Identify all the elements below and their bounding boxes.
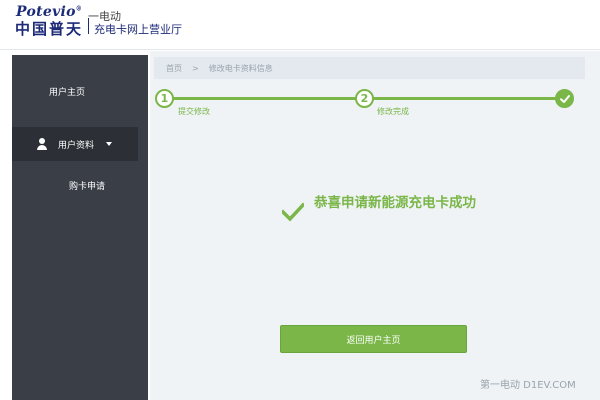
progress-steps: 1 2 提交修改 修改完成 [150, 51, 600, 131]
step-2-label: 修改完成 [377, 107, 409, 116]
sidebar-item-label: 用户资料 [58, 140, 95, 151]
step-1-circle: 1 [155, 89, 174, 108]
sidebar-item-card-apply[interactable]: 购卡申请 [12, 179, 162, 192]
sidebar-item-label: 用户主页 [48, 88, 85, 98]
step-complete-check-icon [555, 89, 574, 108]
watermark: 第一电动 D1EV.COM [480, 380, 576, 391]
header: Potevio® 中国普天 充电卡网上营业厅 一电动 [0, 0, 600, 50]
sidebar-item-home[interactable]: 用户主页 [12, 85, 122, 98]
user-icon [36, 138, 48, 150]
step-1-label: 提交修改 [178, 107, 210, 116]
success-message: 恭喜申请新能源充电卡成功 [314, 195, 476, 211]
sidebar-item-label: 购卡申请 [68, 182, 105, 192]
success-check-icon [280, 201, 306, 223]
logo-china-potevio: 中国普天 [15, 20, 84, 38]
sidebar: 用户主页 用户资料 购卡申请 [12, 55, 148, 400]
watermark-overlay-text: 一电动 [88, 10, 121, 23]
main-content: 首页 > 修改电卡资料信息 1 2 提交修改 修改完成 恭喜申请新能源充电卡成功… [150, 51, 600, 400]
return-home-button[interactable]: 返回用户主页 [280, 325, 467, 353]
sidebar-item-profile[interactable]: 用户资料 [12, 127, 138, 161]
step-2-circle: 2 [355, 89, 374, 108]
caret-down-icon [106, 142, 113, 146]
